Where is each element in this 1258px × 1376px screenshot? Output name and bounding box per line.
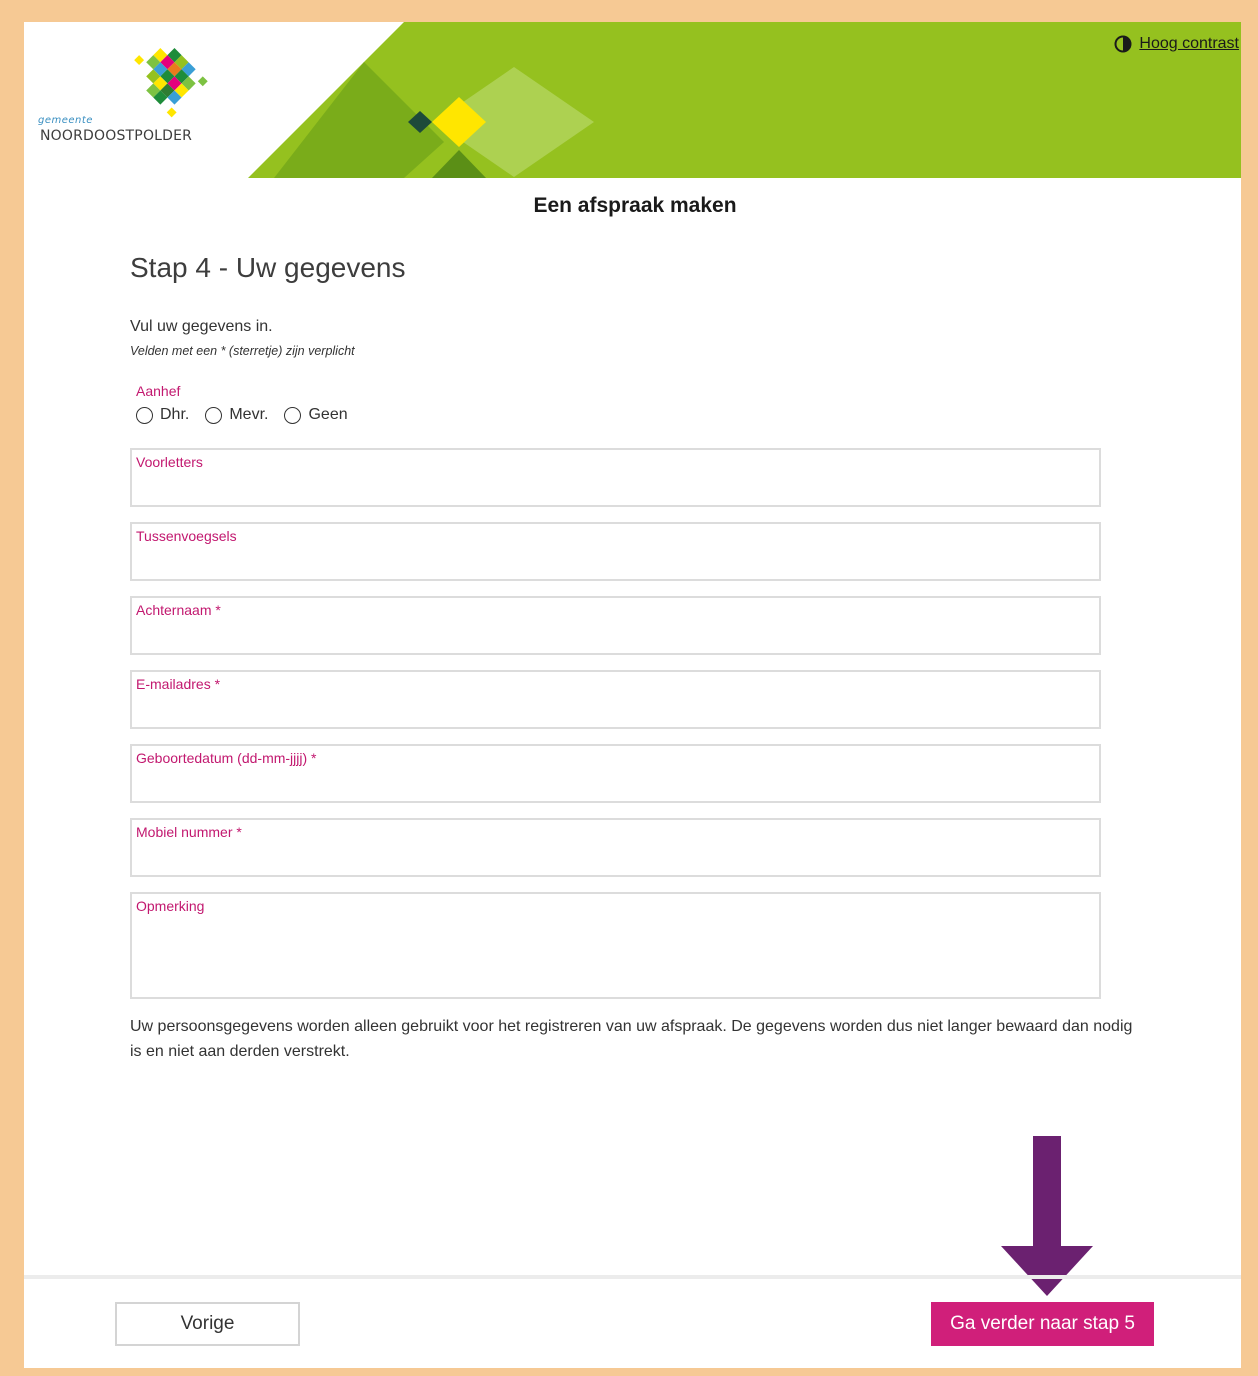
radio-label: Mevr. (229, 406, 269, 423)
email-label: E-mailadres * (136, 676, 221, 692)
radio-dhr[interactable]: Dhr. (136, 406, 189, 424)
infix-input[interactable] (136, 553, 1095, 575)
logo-subtitle: gemeente (38, 115, 93, 126)
down-arrow-icon (1001, 1136, 1093, 1296)
footer-divider (24, 1275, 1241, 1279)
page-frame: gemeente NOORDOOSTPOLDER Hoog contrast E… (24, 22, 1241, 1368)
initials-field[interactable]: Voorletters (130, 448, 1101, 507)
intro-text: Vul uw gegevens in. (130, 318, 273, 335)
half-circle-contrast-icon (1114, 35, 1132, 53)
radio-circle-icon[interactable] (205, 406, 223, 424)
next-step-button[interactable]: Ga verder naar stap 5 (931, 1302, 1154, 1346)
radio-label: Dhr. (160, 406, 190, 423)
mobile-label: Mobiel nummer * (136, 824, 242, 840)
site-header: gemeente NOORDOOSTPOLDER Hoog contrast (24, 22, 1241, 178)
surname-input[interactable] (136, 627, 1095, 649)
remark-field[interactable]: Opmerking (130, 892, 1101, 999)
birthdate-input[interactable] (136, 775, 1095, 797)
initials-label: Voorletters (136, 454, 203, 470)
surname-field[interactable]: Achternaam * (130, 596, 1101, 655)
mobile-field[interactable]: Mobiel nummer * (130, 818, 1101, 877)
high-contrast-toggle[interactable]: Hoog contrast (1114, 35, 1239, 53)
radio-label: Geen (308, 406, 348, 423)
radio-mevr[interactable]: Mevr. (205, 406, 268, 424)
infix-label: Tussenvoegsels (136, 528, 237, 544)
email-field[interactable]: E-mailadres * (130, 670, 1101, 729)
salutation-radio-group: Dhr. Mevr. Geen (136, 406, 348, 424)
birthdate-field[interactable]: Geboortedatum (dd-mm-jjjj) * (130, 744, 1101, 803)
radio-geen[interactable]: Geen (284, 406, 348, 424)
birthdate-label: Geboortedatum (dd-mm-jjjj) * (136, 750, 317, 766)
privacy-notice: Uw persoonsgegevens worden alleen gebrui… (130, 1018, 1133, 1060)
email-input[interactable] (136, 701, 1095, 723)
salutation-label: Aanhef (136, 383, 181, 399)
required-fields-note: Velden met een * (sterretje) zijn verpli… (130, 344, 355, 358)
remark-label: Opmerking (136, 898, 205, 914)
logo-title: NOORDOOSTPOLDER (40, 128, 193, 144)
radio-circle-icon[interactable] (284, 406, 302, 424)
step-title: Stap 4 - Uw gegevens (130, 252, 406, 283)
mobile-input[interactable] (136, 849, 1095, 871)
municipality-logo (134, 48, 208, 118)
surname-label: Achternaam * (136, 602, 221, 618)
infix-field[interactable]: Tussenvoegsels (130, 522, 1101, 581)
remark-textarea[interactable] (136, 924, 1095, 993)
high-contrast-link[interactable]: Hoog contrast (1139, 35, 1239, 53)
radio-circle-icon[interactable] (136, 406, 153, 424)
previous-button[interactable]: Vorige (115, 1302, 300, 1346)
initials-input[interactable] (136, 479, 1095, 501)
page-heading: Een afspraak maken (533, 194, 737, 217)
